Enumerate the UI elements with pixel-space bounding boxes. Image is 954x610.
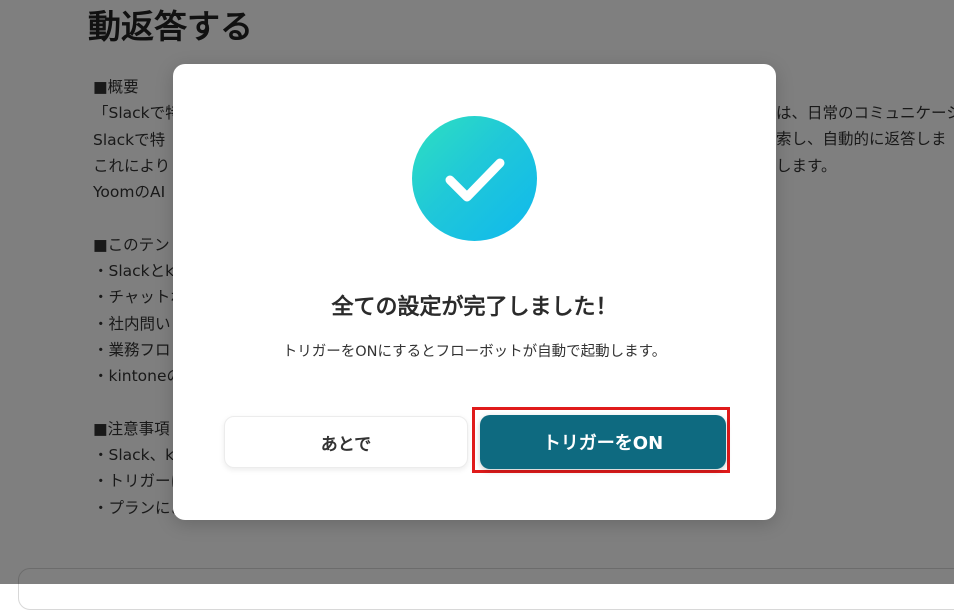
checkmark-icon <box>412 116 537 241</box>
completion-modal: 全ての設定が完了しました！ トリガーをONにするとフローボットが自動で起動します… <box>173 64 776 520</box>
modal-title: 全ての設定が完了しました！ <box>331 295 618 320</box>
trigger-on-button[interactable]: トリガーをON <box>480 415 726 469</box>
later-button[interactable]: あとで <box>224 416 468 468</box>
modal-description: トリガーをONにするとフローボットが自動で起動します。 <box>282 344 667 360</box>
